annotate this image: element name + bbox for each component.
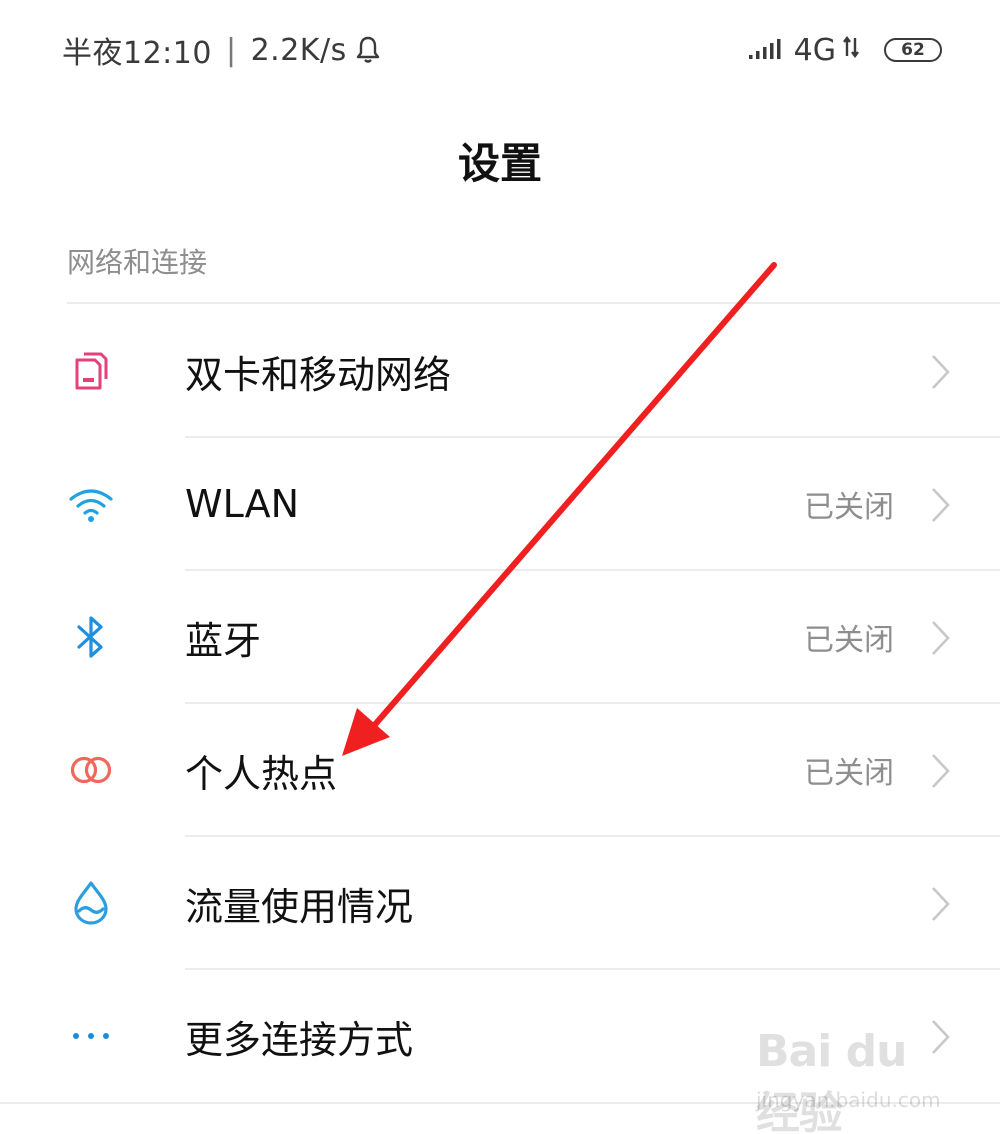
row-label: 个人热点 — [185, 751, 338, 796]
status-separator: | — [225, 32, 237, 68]
watermark-logo: Bai du 经验 — [756, 1026, 907, 1134]
settings-screen: 半夜12:10 | 2.2K/s 4G 62 设置 网络和连接 双卡和移动网络 … — [0, 0, 1000, 1134]
status-bar: 半夜12:10 | 2.2K/s 4G 62 — [0, 0, 1000, 96]
wifi-icon — [68, 481, 114, 527]
section-header: 网络和连接 — [67, 246, 208, 279]
chevron-right-icon — [930, 885, 952, 923]
watermark-url: jingyan.baidu.com — [756, 1088, 941, 1112]
page-title: 设置 — [457, 139, 542, 188]
status-time: 半夜12:10 — [62, 36, 212, 71]
row-label: 双卡和移动网络 — [185, 352, 452, 397]
chevron-right-icon — [930, 619, 952, 657]
signal-icon — [748, 33, 788, 68]
settings-row-dual-sim[interactable]: 双卡和移动网络 — [0, 305, 1000, 437]
hotspot-icon — [68, 747, 114, 793]
settings-row-data-usage[interactable]: 流量使用情况 — [0, 837, 1000, 969]
network-type: 4G — [793, 32, 836, 68]
dual-sim-icon — [68, 348, 114, 394]
row-label: WLAN — [185, 482, 300, 526]
row-label: 蓝牙 — [185, 618, 262, 663]
row-status: 已关闭 — [804, 756, 894, 791]
settings-row-wlan[interactable]: WLAN 已关闭 — [0, 438, 1000, 570]
baidu-jingyan-watermark: Bai du 经验 jingyan.baidu.com — [756, 1022, 946, 1134]
settings-row-bluetooth[interactable]: 蓝牙 已关闭 — [0, 571, 1000, 703]
status-speed: 2.2K/s — [250, 32, 347, 68]
chevron-right-icon — [930, 353, 952, 391]
data-usage-icon — [68, 880, 114, 926]
more-icon — [68, 1013, 114, 1059]
bluetooth-icon — [68, 614, 114, 660]
chevron-right-icon — [930, 486, 952, 524]
battery-indicator: 62 — [884, 38, 942, 62]
settings-row-hotspot[interactable]: 个人热点 已关闭 — [0, 704, 1000, 836]
status-right: 4G 62 — [748, 28, 942, 72]
bell-icon — [355, 35, 381, 65]
row-status: 已关闭 — [804, 490, 894, 525]
section-divider — [67, 302, 1000, 304]
data-transfer-icon — [842, 33, 860, 68]
chevron-right-icon — [930, 752, 952, 790]
status-left: 半夜12:10 | 2.2K/s — [62, 28, 381, 72]
row-label: 流量使用情况 — [185, 884, 414, 929]
row-label: 更多连接方式 — [185, 1017, 414, 1062]
row-status: 已关闭 — [804, 623, 894, 658]
